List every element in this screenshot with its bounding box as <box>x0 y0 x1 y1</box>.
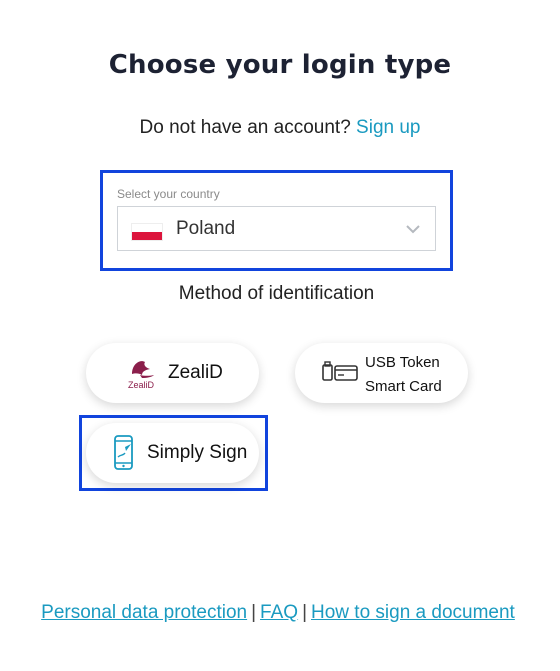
poland-flag-icon <box>131 223 163 241</box>
zealid-button[interactable]: ZealiD ZealiD <box>86 343 259 403</box>
country-label: Select your country <box>117 187 220 201</box>
page-title: Choose your login type <box>108 50 452 80</box>
footer-links: Personal data protection | FAQ | How to sign… <box>0 602 556 624</box>
faq-link[interactable]: FAQ <box>260 602 298 623</box>
no-account-text: Do not have an account? <box>139 117 351 138</box>
how-to-sign-link[interactable]: How to sign a document <box>311 602 515 623</box>
zealid-logo-icon: ZealiD <box>128 361 155 390</box>
usb-token-button[interactable]: USB Token Smart Card <box>295 343 468 403</box>
simply-sign-button[interactable]: Simply Sign <box>86 423 259 483</box>
personal-data-protection-link[interactable]: Personal data protection <box>41 602 247 623</box>
zealid-logo-text: ZealiD <box>128 380 155 390</box>
method-label: Method of identification <box>178 283 375 304</box>
usb-token-smart-card-icon <box>322 361 358 381</box>
country-select[interactable]: Poland <box>117 206 436 251</box>
zealid-label: ZealiD <box>168 362 223 383</box>
usb-token-label: USB Token Smart Card <box>365 351 442 399</box>
usb-token-line: USB Token <box>365 354 440 371</box>
phone-sign-icon <box>114 435 133 470</box>
simply-sign-label: Simply Sign <box>147 442 248 463</box>
country-value: Poland <box>176 218 236 239</box>
smart-card-line: Smart Card <box>365 378 442 395</box>
footer-separator: | <box>251 602 257 623</box>
signup-prompt: Do not have an account? Sign up <box>0 117 560 139</box>
signup-link[interactable]: Sign up <box>356 117 420 138</box>
chevron-down-icon <box>406 225 420 234</box>
footer-separator: | <box>302 602 307 623</box>
